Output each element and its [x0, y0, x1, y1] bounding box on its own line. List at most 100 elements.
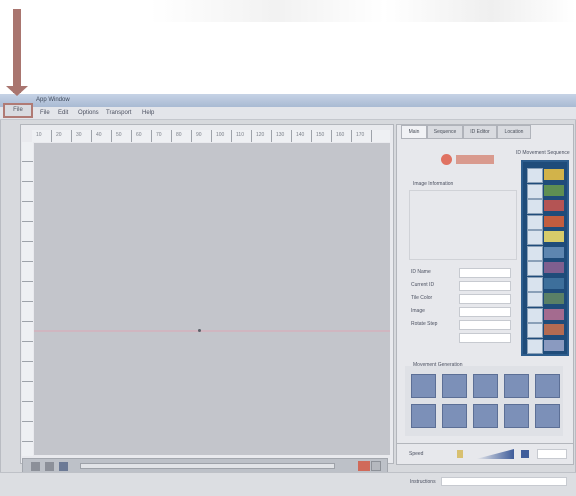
ruler-mark: 170 — [356, 132, 365, 138]
palette-item[interactable] — [527, 214, 565, 230]
shapes-header: ID Movement Sequence — [516, 150, 570, 156]
color-swatch[interactable] — [544, 169, 564, 180]
field-label: Current ID — [411, 282, 435, 288]
speed-value-field[interactable] — [537, 449, 567, 459]
palette-item[interactable] — [527, 292, 565, 307]
footer-label: Instructions — [410, 479, 436, 485]
tab-id-editor[interactable]: ID Editor — [463, 125, 497, 139]
palette-item[interactable] — [527, 323, 565, 338]
record-indicator-label — [456, 155, 494, 164]
ruler-mark: 100 — [216, 132, 225, 138]
menu-transport[interactable]: Transport — [106, 110, 131, 116]
movement-button[interactable] — [504, 374, 529, 398]
tab-main[interactable]: Main — [401, 125, 427, 139]
field-input[interactable] — [459, 333, 511, 343]
ruler-mark: 70 — [156, 132, 162, 138]
rewind-button[interactable] — [31, 462, 40, 471]
stop-button[interactable] — [371, 461, 381, 471]
ruler-mark: 80 — [176, 132, 182, 138]
color-swatch[interactable] — [544, 293, 564, 304]
shape-button-icon[interactable] — [527, 214, 543, 230]
file-menu-highlight[interactable]: File — [3, 103, 33, 118]
ruler-mark: 20 — [56, 132, 62, 138]
shape-button-icon[interactable] — [527, 183, 543, 199]
shape-button-icon[interactable] — [527, 338, 543, 354]
color-swatch[interactable] — [544, 339, 564, 351]
field-label: Tile Color — [411, 295, 433, 301]
timeline-slider[interactable] — [80, 463, 335, 469]
window-title: App Window — [36, 97, 70, 103]
palette-item[interactable] — [527, 168, 565, 183]
movement-button[interactable] — [504, 404, 529, 428]
palette-item[interactable] — [527, 183, 565, 199]
ruler-mark: 150 — [316, 132, 325, 138]
record-button[interactable] — [358, 461, 370, 471]
image-info-label: Image Information — [413, 181, 454, 187]
color-swatch[interactable] — [544, 231, 564, 242]
shape-button-icon[interactable] — [527, 276, 543, 292]
shape-button-icon[interactable] — [527, 230, 543, 245]
menu-file[interactable]: File — [40, 110, 50, 116]
shape-button-icon[interactable] — [527, 245, 543, 261]
movement-button[interactable] — [473, 374, 498, 398]
movement-grid — [405, 366, 563, 436]
field-input[interactable] — [459, 281, 511, 291]
shape-button-icon[interactable] — [527, 168, 543, 183]
title-bar: App Window — [0, 94, 576, 107]
color-swatch[interactable] — [544, 308, 564, 320]
color-swatch[interactable] — [544, 277, 564, 289]
color-swatch[interactable] — [544, 215, 564, 227]
cursor-dot — [198, 329, 201, 332]
palette-item[interactable] — [527, 307, 565, 323]
tab-sequence[interactable]: Sequence — [427, 125, 463, 139]
palette-item[interactable] — [527, 230, 565, 245]
pointer-arrow-shaft — [13, 9, 21, 93]
image-info-box — [409, 190, 517, 260]
movement-button[interactable] — [442, 404, 467, 428]
instructions-field[interactable] — [441, 477, 567, 486]
field-input[interactable] — [459, 320, 511, 330]
menu-help[interactable]: Help — [142, 110, 154, 116]
shape-button-icon[interactable] — [527, 323, 543, 338]
ruler-mark: 10 — [36, 132, 42, 138]
palette-item[interactable] — [527, 276, 565, 292]
color-swatch[interactable] — [544, 246, 564, 258]
movement-button[interactable] — [411, 404, 436, 428]
horizontal-ruler: 10 20 30 40 50 60 70 80 90 100 110 120 1… — [32, 130, 390, 142]
color-swatch[interactable] — [544, 262, 564, 273]
menu-options[interactable]: Options — [78, 110, 99, 116]
movement-button[interactable] — [535, 374, 560, 398]
file-menu-label: File — [13, 107, 23, 113]
play-button[interactable] — [59, 462, 68, 471]
ruler-mark: 30 — [76, 132, 82, 138]
drawing-workspace[interactable] — [34, 143, 390, 455]
movement-button[interactable] — [473, 404, 498, 428]
color-swatch[interactable] — [544, 324, 564, 335]
palette-item[interactable] — [527, 199, 565, 214]
palette-item[interactable] — [527, 338, 565, 354]
movement-button[interactable] — [411, 374, 436, 398]
shape-button-icon[interactable] — [527, 199, 543, 214]
field-input[interactable] — [459, 307, 511, 317]
ruler-mark: 120 — [256, 132, 265, 138]
step-back-button[interactable] — [45, 462, 54, 471]
field-input[interactable] — [459, 268, 511, 278]
field-label: Rotate Step — [411, 321, 438, 327]
palette-item[interactable] — [527, 261, 565, 276]
ruler-mark: 140 — [296, 132, 305, 138]
ruler-mark: 60 — [136, 132, 142, 138]
field-input[interactable] — [459, 294, 511, 304]
shape-button-icon[interactable] — [527, 292, 543, 307]
field-label: ID Name — [411, 269, 431, 275]
menu-edit[interactable]: Edit — [58, 110, 68, 116]
color-swatch[interactable] — [544, 184, 564, 196]
color-swatch[interactable] — [544, 200, 564, 211]
shape-button-icon[interactable] — [527, 261, 543, 276]
shape-button-icon[interactable] — [527, 307, 543, 323]
movement-button[interactable] — [442, 374, 467, 398]
ruler-mark: 130 — [276, 132, 285, 138]
palette-item[interactable] — [527, 245, 565, 261]
movement-button[interactable] — [535, 404, 560, 428]
tab-location[interactable]: Location — [497, 125, 531, 139]
ruler-mark: 110 — [236, 132, 244, 138]
